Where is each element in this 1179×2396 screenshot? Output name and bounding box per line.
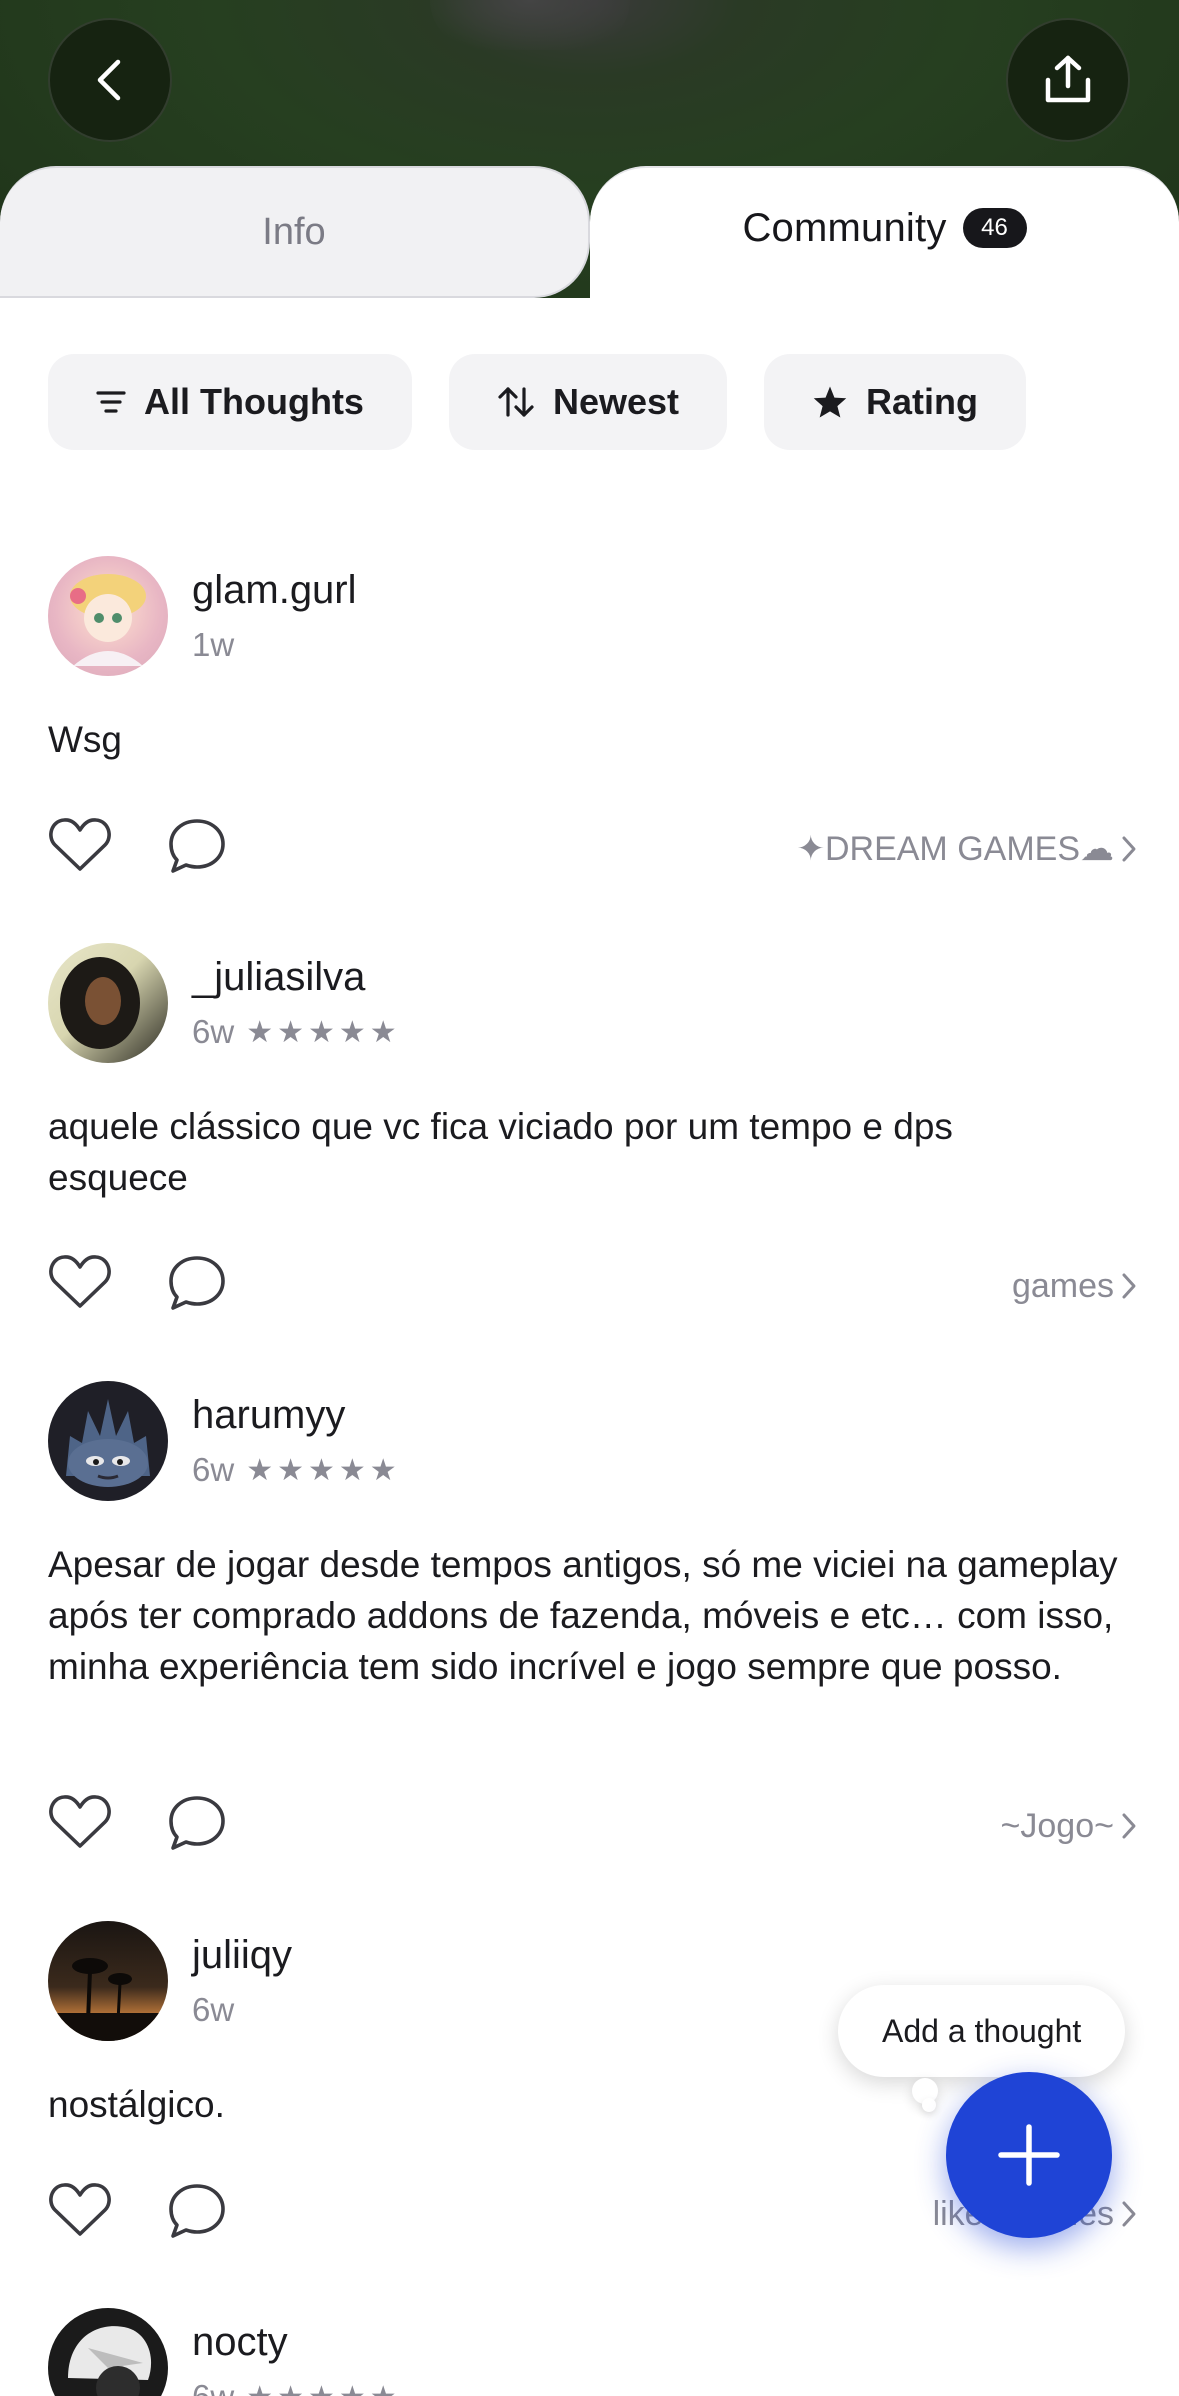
add-thought-tooltip[interactable]: Add a thought — [838, 1985, 1126, 2077]
avatar-art — [60, 957, 140, 1049]
tab-bar: Info Community 46 — [0, 166, 1179, 466]
post-meta: 6w — [192, 1991, 234, 2029]
star-rating: ★★★★★ — [246, 1453, 401, 1487]
avatar-art — [66, 1399, 150, 1487]
post-actions: games — [48, 1251, 1138, 1321]
star-icon — [813, 386, 847, 418]
community-count-badge: 46 — [962, 208, 1027, 248]
filter-all-thoughts-button[interactable]: All Thoughts — [48, 354, 412, 450]
username[interactable]: _juliasilva — [192, 955, 365, 1000]
avatar[interactable] — [48, 943, 168, 1063]
heart-icon[interactable] — [48, 1791, 112, 1851]
post-actions: ✦DREAM GAMES☁ — [48, 814, 1138, 884]
avatar-art — [48, 1958, 168, 2041]
post-meta: 1w — [192, 626, 234, 664]
filter-bar: All Thoughts Newest Rating — [48, 354, 1027, 450]
comment-icon[interactable] — [166, 816, 228, 876]
filter-rating-label: Rating — [866, 381, 979, 422]
post-time: 6w — [192, 1991, 235, 2028]
comment-icon[interactable] — [166, 2181, 228, 2241]
comment-icon[interactable] — [166, 1253, 228, 1313]
back-button[interactable] — [48, 18, 172, 142]
list-link[interactable]: ✦DREAM GAMES☁ — [796, 814, 1138, 884]
tab-info-label: Info — [262, 210, 326, 253]
tab-info[interactable]: Info — [0, 166, 590, 298]
sort-newest-button[interactable]: Newest — [448, 354, 728, 450]
post-meta: 6w ★★★★★ — [192, 2378, 401, 2396]
list-name: ✦DREAM GAMES☁ — [796, 830, 1114, 868]
filter-all-thoughts-label: All Thoughts — [144, 381, 364, 422]
filter-rating-button[interactable]: Rating — [764, 354, 1027, 450]
list-name: ~Jogo~ — [1000, 1806, 1114, 1845]
post-text: aquele clássico que vc fica viciado por … — [48, 1106, 953, 1198]
tooltip-tail-small — [922, 2098, 936, 2112]
chevron-right-icon — [1122, 836, 1136, 862]
avatar-art — [70, 574, 146, 666]
post-time: 6w — [192, 2378, 234, 2396]
star-rating: ★★★★★ — [246, 2380, 400, 2396]
add-thought-tooltip-label: Add a thought — [882, 2012, 1082, 2049]
avatar[interactable] — [48, 1381, 168, 1501]
username[interactable]: harumyy — [192, 1393, 345, 1438]
comment-icon[interactable] — [166, 1793, 228, 1853]
list-link[interactable]: ~Jogo~ — [1001, 1791, 1138, 1861]
hero-shadow — [430, 0, 630, 50]
post-actions: ~Jogo~ — [48, 1791, 1138, 1861]
star-rating: ★★★★★ — [246, 1015, 401, 1049]
filter-lines-icon — [96, 391, 126, 413]
post-meta: 6w ★★★★★ — [192, 1451, 401, 1489]
post-time: 6w — [192, 1451, 235, 1488]
add-thought-button[interactable] — [946, 2072, 1112, 2238]
chevron-right-icon — [1122, 2201, 1136, 2227]
heart-icon[interactable] — [48, 814, 112, 874]
post-time: 1w — [192, 626, 235, 663]
avatar[interactable] — [48, 556, 168, 676]
plus-icon — [998, 2124, 1060, 2186]
post-meta: 6w ★★★★★ — [192, 1013, 401, 1051]
post-text: Wsg — [48, 719, 122, 760]
avatar[interactable] — [48, 1921, 168, 2041]
share-upload-icon — [1045, 55, 1091, 103]
list-link[interactable]: games — [1012, 1251, 1138, 1321]
post-text: nostálgico. — [48, 2084, 225, 2125]
sort-newest-label: Newest — [552, 381, 680, 422]
post-time: 6w — [192, 1013, 235, 1050]
heart-icon[interactable] — [48, 2179, 112, 2239]
chevron-left-icon — [97, 59, 121, 101]
list-name: games — [1011, 1266, 1114, 1305]
chevron-right-icon — [1122, 1813, 1136, 1839]
username[interactable]: glam.gurl — [192, 568, 357, 613]
share-button[interactable] — [1006, 18, 1130, 142]
username[interactable]: nocty — [192, 2320, 288, 2365]
heart-icon[interactable] — [48, 1251, 112, 1311]
post-text: Apesar de jogar desde tempos antigos, só… — [48, 1544, 1118, 1687]
chevron-right-icon — [1122, 1273, 1136, 1299]
sort-arrows-icon — [498, 387, 534, 417]
username[interactable]: juliiqy — [192, 1933, 292, 1978]
